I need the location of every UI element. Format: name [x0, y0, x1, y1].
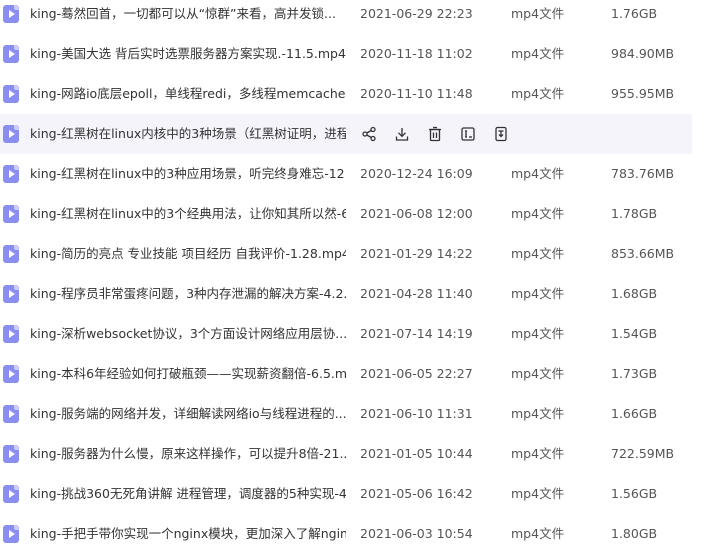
- file-type: mp4文件: [511, 206, 565, 221]
- file-name[interactable]: king-红黑树在linux中的3种应用场景，听完终身难忘-12....: [30, 154, 346, 194]
- file-date: 2020-11-10 11:48: [360, 86, 473, 101]
- video-file-icon: [3, 45, 19, 63]
- video-file-icon: [3, 5, 19, 23]
- video-file-icon: [3, 245, 19, 263]
- video-file-icon: [3, 85, 19, 103]
- row-actions: [360, 114, 525, 154]
- video-file-icon: [3, 165, 19, 183]
- file-row[interactable]: king-红黑树在linux内核中的3种场景（红黑树证明，进程...: [0, 114, 692, 154]
- download-icon[interactable]: [393, 125, 411, 143]
- file-row[interactable]: king-手把手带你实现一个nginx模块，更加深入了解ngin... 2021-…: [0, 514, 718, 554]
- file-name[interactable]: king-挑战360无死角讲解 进程管理，调度器的5种实现-4...: [30, 474, 346, 514]
- file-row[interactable]: king-美国大选 背后实时选票服务器方案实现.-11.5.mp4 2020-11…: [0, 34, 718, 74]
- file-row[interactable]: king-网路io底层epoll，单线程redi，多线程memcache... 2…: [0, 74, 718, 114]
- file-size: 1.56GB: [611, 486, 658, 501]
- file-size: 853.66MB: [611, 246, 675, 261]
- file-date: 2020-11-18 11:02: [360, 46, 473, 61]
- file-name[interactable]: king-网路io底层epoll，单线程redi，多线程memcache...: [30, 74, 346, 114]
- file-type: mp4文件: [511, 406, 565, 421]
- file-name[interactable]: king-红黑树在linux内核中的3种场景（红黑树证明，进程...: [30, 114, 346, 154]
- file-date: 2021-06-05 22:27: [360, 366, 473, 381]
- file-type: mp4文件: [511, 326, 565, 341]
- file-date: 2021-05-06 16:42: [360, 486, 473, 501]
- file-size: 1.78GB: [611, 206, 658, 221]
- file-size: 955.95MB: [611, 86, 675, 101]
- file-date: 2020-12-24 16:09: [360, 166, 473, 181]
- file-name[interactable]: king-美国大选 背后实时选票服务器方案实现.-11.5.mp4: [30, 34, 346, 74]
- video-file-icon: [3, 485, 19, 503]
- file-name[interactable]: king-本科6年经验如何打破瓶颈——实现薪资翻倍-6.5.m...: [30, 354, 346, 394]
- file-name[interactable]: king-服务器为什么慢，原来这样操作，可以提升8倍-21....: [30, 434, 346, 474]
- file-type: mp4文件: [511, 6, 565, 21]
- rename-icon[interactable]: [459, 125, 477, 143]
- file-type: mp4文件: [511, 366, 565, 381]
- video-file-icon: [3, 525, 19, 543]
- file-name[interactable]: king-红黑树在linux中的3个经典用法，让你知其所以然-6...: [30, 194, 346, 234]
- file-row[interactable]: king-深析websocket协议，3个方面设计网络应用层协... 2021-0…: [0, 314, 718, 354]
- file-size: 1.73GB: [611, 366, 658, 381]
- video-file-icon: [3, 325, 19, 343]
- file-size: 1.54GB: [611, 326, 658, 341]
- file-size: 984.90MB: [611, 46, 675, 61]
- file-row[interactable]: king-蓦然回首，一切都可以从“惊群”来看，高并发锁... 2021-06-29…: [0, 0, 718, 34]
- file-date: 2021-01-05 10:44: [360, 446, 473, 461]
- file-date: 2021-06-29 22:23: [360, 6, 473, 21]
- file-row[interactable]: king-服务端的网络并发，详细解读网络io与线程进程的... 2021-06-1…: [0, 394, 718, 434]
- video-file-icon: [3, 285, 19, 303]
- file-type: mp4文件: [511, 446, 565, 461]
- video-file-icon: [3, 445, 19, 463]
- file-size: 1.80GB: [611, 526, 658, 541]
- file-name[interactable]: king-服务端的网络并发，详细解读网络io与线程进程的...: [30, 394, 346, 434]
- file-date: 2021-01-29 14:22: [360, 246, 473, 261]
- file-row[interactable]: king-本科6年经验如何打破瓶颈——实现薪资翻倍-6.5.m... 2021-0…: [0, 354, 718, 394]
- video-file-icon: [3, 365, 19, 383]
- file-type: mp4文件: [511, 46, 565, 61]
- file-type: mp4文件: [511, 286, 565, 301]
- file-row[interactable]: king-红黑树在linux中的3个经典用法，让你知其所以然-6... 2021-…: [0, 194, 718, 234]
- file-date: 2021-06-10 11:31: [360, 406, 473, 421]
- file-row[interactable]: king-程序员非常蛋疼问题，3种内存泄漏的解决方案-4.2... 2021-04…: [0, 274, 718, 314]
- file-type: mp4文件: [511, 246, 565, 261]
- file-name[interactable]: king-程序员非常蛋疼问题，3种内存泄漏的解决方案-4.2...: [30, 274, 346, 314]
- file-date: 2021-06-03 10:54: [360, 526, 473, 541]
- file-list: king-蓦然回首，一切都可以从“惊群”来看，高并发锁... 2021-06-29…: [0, 0, 718, 554]
- video-file-icon: [3, 405, 19, 423]
- video-file-icon: [3, 125, 19, 143]
- file-row[interactable]: king-红黑树在linux中的3种应用场景，听完终身难忘-12.... 2020…: [0, 154, 718, 194]
- file-type: mp4文件: [511, 486, 565, 501]
- file-size: 1.68GB: [611, 286, 658, 301]
- file-name[interactable]: king-简历的亮点 专业技能 项目经历 自我评价-1.28.mp4: [30, 234, 346, 274]
- video-file-icon: [3, 205, 19, 223]
- more-icon[interactable]: [492, 125, 510, 143]
- file-row[interactable]: king-简历的亮点 专业技能 项目经历 自我评价-1.28.mp4 2021-0…: [0, 234, 718, 274]
- file-row[interactable]: king-服务器为什么慢，原来这样操作，可以提升8倍-21.... 2021-01…: [0, 434, 718, 474]
- file-date: 2021-07-14 14:19: [360, 326, 473, 341]
- file-name[interactable]: king-手把手带你实现一个nginx模块，更加深入了解ngin...: [30, 514, 346, 554]
- file-size: 722.59MB: [611, 446, 675, 461]
- share-icon[interactable]: [360, 125, 378, 143]
- file-type: mp4文件: [511, 526, 565, 541]
- file-row[interactable]: king-挑战360无死角讲解 进程管理，调度器的5种实现-4... 2021-0…: [0, 474, 718, 514]
- file-size: 1.66GB: [611, 406, 658, 421]
- delete-icon[interactable]: [426, 125, 444, 143]
- file-name[interactable]: king-蓦然回首，一切都可以从“惊群”来看，高并发锁...: [30, 0, 346, 34]
- file-type: mp4文件: [511, 86, 565, 101]
- file-date: 2021-06-08 12:00: [360, 206, 473, 221]
- file-name[interactable]: king-深析websocket协议，3个方面设计网络应用层协...: [30, 314, 346, 354]
- file-type: mp4文件: [511, 166, 565, 181]
- file-date: 2021-04-28 11:40: [360, 286, 473, 301]
- file-size: 783.76MB: [611, 166, 675, 181]
- file-size: 1.76GB: [611, 6, 658, 21]
